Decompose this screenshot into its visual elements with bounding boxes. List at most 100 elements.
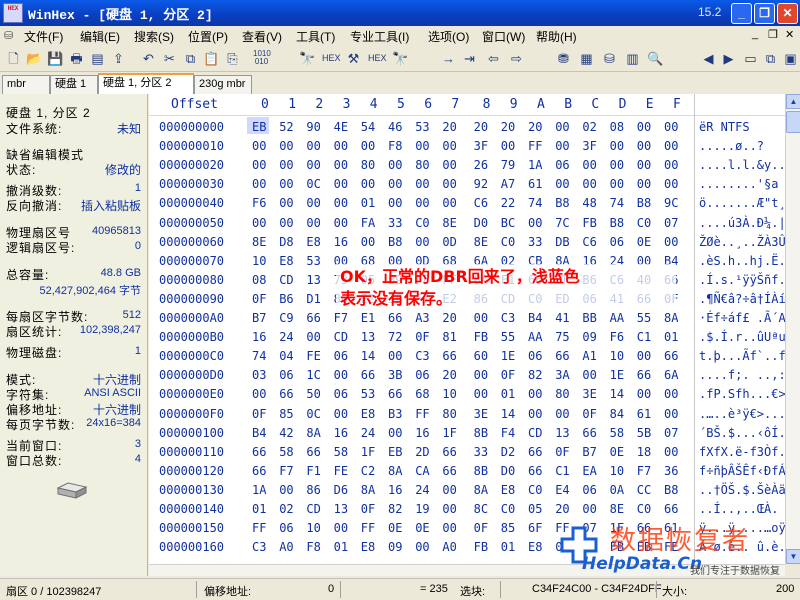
hex-byte[interactable]: 1A <box>252 483 266 497</box>
hex-byte[interactable]: 00 <box>252 158 266 172</box>
hex-byte[interactable]: 00 <box>501 139 515 153</box>
hex-byte[interactable]: FE <box>306 349 320 363</box>
hex-byte[interactable]: 00 <box>279 158 293 172</box>
hex-byte[interactable]: 66 <box>528 445 542 459</box>
hex-byte[interactable]: E8 <box>528 540 542 554</box>
ascii-text[interactable]: ·Éf÷áf£ .Ã´A»ªUŠ <box>699 311 785 325</box>
tab-disk-1-partition-2[interactable]: 硬盘 1, 分区 2 <box>98 73 194 94</box>
hex-byte[interactable]: A0 <box>279 540 293 554</box>
ascii-text[interactable]: ŽØè..¸..ŽÀ3ÛÆ.. <box>699 235 785 249</box>
hex-byte[interactable]: 3F <box>474 139 488 153</box>
hex-byte[interactable]: 66 <box>582 426 596 440</box>
hex-byte[interactable]: B4 <box>252 426 266 440</box>
hex-byte[interactable]: 00 <box>334 216 348 230</box>
menu-specialist-tools[interactable]: 专业工具(I) <box>350 28 409 45</box>
hex-byte[interactable]: 36 <box>664 464 678 478</box>
mdi-close-icon[interactable]: ✕ <box>785 28 794 41</box>
hex-byte[interactable]: 42 <box>279 426 293 440</box>
properties-icon[interactable]: ▤ <box>89 50 106 67</box>
hex-byte[interactable]: 14 <box>610 387 624 401</box>
prev-sector-icon[interactable]: ◀ <box>700 50 717 67</box>
replace-icon[interactable]: ⚒ <box>345 50 362 67</box>
hex-byte[interactable]: F6 <box>252 196 266 210</box>
hex-byte[interactable]: CC <box>637 483 651 497</box>
hex-byte[interactable]: FF <box>252 521 266 535</box>
hex-byte[interactable]: A0 <box>442 540 456 554</box>
ascii-text[interactable]: .èS.h..hj.Ë.$.´ <box>699 254 785 268</box>
hex-byte[interactable]: CD <box>334 330 348 344</box>
hex-byte[interactable]: 01 <box>361 196 375 210</box>
hex-byte[interactable]: 13 <box>361 330 375 344</box>
ascii-text[interactable]: ´BŠ.$...‹ôÍ.fX[. <box>699 426 785 440</box>
hex-byte[interactable]: 8C <box>474 502 488 516</box>
hex-byte[interactable]: A1 <box>582 349 596 363</box>
hex-byte[interactable]: 55 <box>637 311 651 325</box>
hex-byte[interactable]: 00 <box>664 139 678 153</box>
hex-byte[interactable]: 00 <box>252 139 266 153</box>
hex-byte[interactable]: 46 <box>388 120 402 134</box>
forward-icon[interactable]: ⇨ <box>508 50 525 67</box>
hex-byte[interactable]: 80 <box>555 387 569 401</box>
hex-byte[interactable]: 1E <box>610 368 624 382</box>
hex-byte[interactable]: FB <box>582 216 596 230</box>
ascii-text[interactable]: ....l.l.&y.. <box>699 158 785 172</box>
hex-byte[interactable]: 66 <box>442 464 456 478</box>
mdi-minimize-icon[interactable]: _ <box>752 28 758 40</box>
ascii-text[interactable]: .…..è³ÿ€>...„a. <box>699 407 785 421</box>
hex-byte[interactable]: 74 <box>252 349 266 363</box>
hex-byte[interactable]: 10 <box>306 521 320 535</box>
hex-byte[interactable]: 09 <box>582 330 596 344</box>
hex-byte[interactable]: B4 <box>528 311 542 325</box>
hex-byte[interactable]: FB <box>474 330 488 344</box>
ascii-text[interactable]: ëR NTFS <box>699 120 750 134</box>
hex-byte[interactable]: 00 <box>442 196 456 210</box>
hex-byte[interactable]: 20 <box>528 120 542 134</box>
menu-view[interactable]: 查看(V) <box>242 28 282 45</box>
hex-byte[interactable]: 0F <box>361 502 375 516</box>
hex-byte[interactable]: C2 <box>361 464 375 478</box>
hex-byte[interactable]: 8E <box>474 235 488 249</box>
hex-byte[interactable]: 66 <box>528 464 542 478</box>
hex-byte[interactable]: C6 <box>582 235 596 249</box>
hex-byte[interactable]: AA <box>528 330 542 344</box>
ascii-text[interactable]: ..†ÖŠ.$.ŠèÀä..Ì¸ <box>699 483 785 497</box>
maximize-button[interactable]: ❐ <box>754 3 775 24</box>
tab-mbr[interactable]: mbr <box>2 75 50 94</box>
hex-byte[interactable]: C6 <box>474 196 488 210</box>
find-icon[interactable]: 🔭 <box>299 50 316 67</box>
hex-byte[interactable]: 00 <box>528 387 542 401</box>
hex-byte[interactable]: C1 <box>555 464 569 478</box>
hex-byte[interactable]: 66 <box>279 387 293 401</box>
hex-byte[interactable]: 85 <box>501 521 515 535</box>
hex-byte[interactable]: EB <box>388 445 402 459</box>
ascii-text[interactable]: t.þ...Ãf`..f¡..f <box>699 349 785 363</box>
hex-byte[interactable]: 8A <box>388 464 402 478</box>
hex-byte[interactable]: 66 <box>252 445 266 459</box>
hex-byte[interactable]: 14 <box>501 407 515 421</box>
hex-byte[interactable]: 10 <box>252 254 266 268</box>
hex-byte[interactable]: 00 <box>334 158 348 172</box>
paste-icon[interactable]: 📋 <box>203 50 220 67</box>
hex-byte[interactable]: 18 <box>637 445 651 459</box>
hex-byte[interactable]: 00 <box>279 139 293 153</box>
hex-byte[interactable]: 00 <box>610 177 624 191</box>
minimize-button[interactable]: _ <box>731 3 752 24</box>
hex-byte[interactable]: 0F <box>252 292 266 306</box>
hex-byte[interactable]: C1 <box>637 330 651 344</box>
hex-byte[interactable]: 00 <box>361 235 375 249</box>
hex-byte[interactable]: C0 <box>415 216 429 230</box>
hex-byte[interactable]: 7C <box>555 216 569 230</box>
hex-byte[interactable]: C3 <box>501 311 515 325</box>
hex-byte[interactable]: 0F <box>555 445 569 459</box>
hex-byte[interactable]: 81 <box>442 330 456 344</box>
hex-byte[interactable]: 0E <box>388 521 402 535</box>
hex-byte[interactable]: 00 <box>610 158 624 172</box>
tab-disk-1[interactable]: 硬盘 1 <box>50 75 98 94</box>
hex-byte[interactable]: 3E <box>474 407 488 421</box>
hex-byte[interactable]: 66 <box>442 445 456 459</box>
hex-byte[interactable]: 08 <box>610 120 624 134</box>
hex-byte[interactable]: 00 <box>637 139 651 153</box>
hex-byte[interactable]: 8A <box>474 483 488 497</box>
hex-byte[interactable]: E8 <box>361 407 375 421</box>
ascii-text[interactable]: .$.Í.r..ûUªu.öÁ. <box>699 330 785 344</box>
